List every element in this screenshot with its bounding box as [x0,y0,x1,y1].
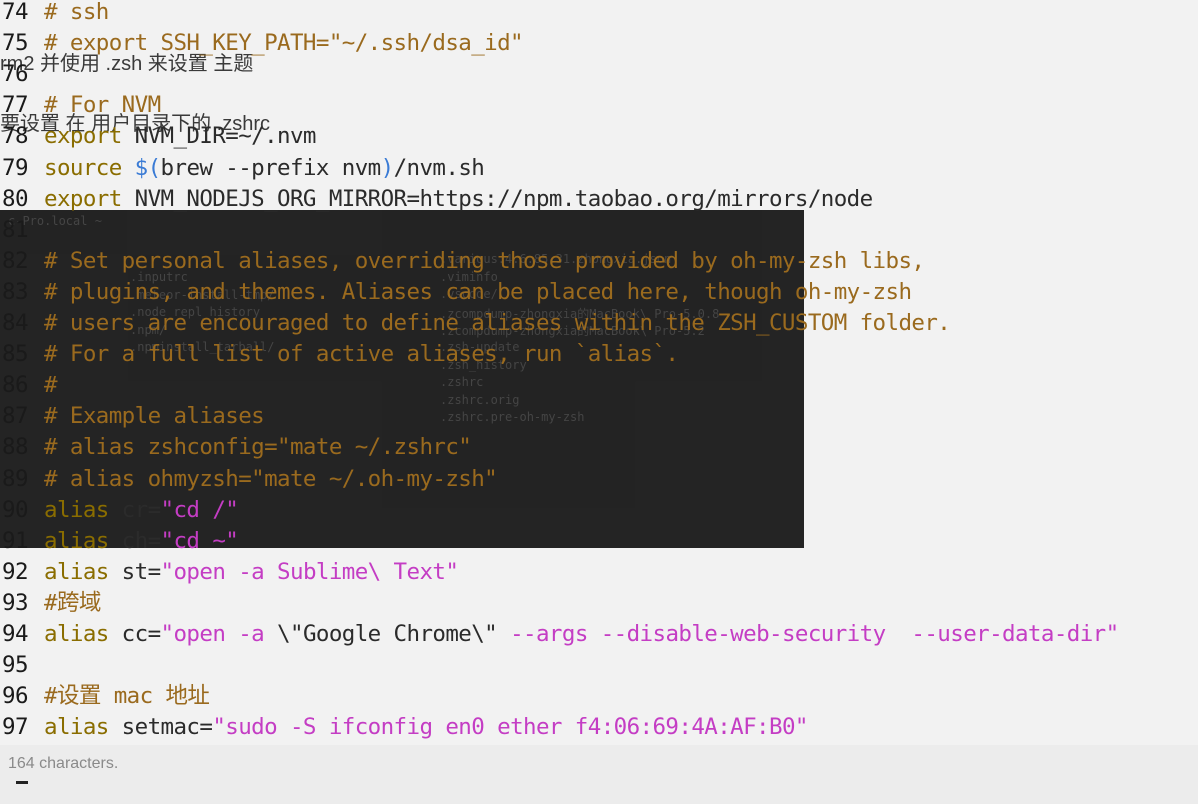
code-line[interactable]: 90 alias cr="cd /" [0,495,239,526]
code-token: alias [44,527,109,554]
code-line[interactable]: 91 alias ch="cd ~" [0,526,239,557]
code-line[interactable]: 75 # export SSH_KEY_PATH="~/.ssh/dsa_id" [0,28,524,59]
code-token: #设置 mac 地址 [44,683,210,710]
line-number: 76 [2,61,29,88]
code-token: /nvm.sh [393,154,485,181]
code-line[interactable]: 83 # plugins, and themes. Aliases can be … [0,277,912,308]
code-token: NVM_DIR=~/.nvm [121,123,317,150]
line-number: 96 [2,683,29,710]
line-number: 82 [2,247,29,274]
line-number: 90 [2,496,29,523]
code-line[interactable]: 94 alias cc="open -a \"Google Chrome\" --… [0,619,1119,650]
code-token: # For NVM [44,92,161,119]
line-number: 94 [2,621,29,647]
code-token: # export SSH_KEY_PATH="~/.ssh/dsa_id" [44,30,524,57]
code-line[interactable]: 78 export NVM_DIR=~/.nvm [0,121,316,152]
code-token: # Example aliases [44,403,265,430]
terminal-entry: .zshrc.pre-oh-my-zsh [440,410,585,425]
line-number: 78 [2,123,29,150]
code-token: st= [108,558,161,585]
code-token: brew --prefix nvm [160,154,382,181]
code-token: # alias ohmyzsh="mate ~/.oh-my-zsh" [44,465,498,492]
code-token: alias [44,714,109,741]
code-line[interactable]: 76 [0,59,44,90]
code-token: export [44,185,122,212]
code-token: # users are encouraged to define aliases… [44,310,951,336]
line-number: 74 [2,0,29,25]
line-number: 75 [2,30,29,57]
code-token: # alias zshconfig="mate ~/.zshrc" [44,434,472,461]
terminal-entry: .zshrc.orig [440,392,520,407]
code-token: setmac= [108,714,213,741]
code-line[interactable]: 96 #设置 mac 地址 [0,681,210,712]
line-number: 91 [2,527,29,554]
line-number: 88 [2,434,29,461]
code-line[interactable]: 74 # ssh [0,0,109,28]
code-token: "cd /" [160,496,239,523]
code-line[interactable]: 79 source $(brew --prefix nvm)/nvm.sh [0,153,485,184]
code-token: \"Google Chrome\" [277,621,498,647]
code-token: "sudo -S ifconfig en0 ether f4:06:69:4A:… [212,714,808,741]
line-number: 87 [2,403,29,430]
code-line[interactable]: 88 # alias zshconfig="mate ~/.zshrc" [0,432,472,463]
code-token: "cd ~" [160,527,239,554]
code-token: ch= [108,527,161,554]
code-token: # [44,372,58,399]
terminal-entry: .zshrc [440,375,484,390]
code-token: alias [44,558,109,585]
code-line[interactable]: 97 alias setmac="sudo -S ifconfig en0 eth… [0,712,808,743]
line-number: 81 [2,216,29,243]
code-line[interactable]: 80 export NVM_NODEJS_ORG_MIRROR=https://n… [0,184,873,215]
code-line[interactable]: 95 [0,650,44,681]
line-number: 84 [2,310,29,336]
code-line[interactable]: 82 # Set personal aliases, overriding tho… [0,246,925,277]
code-token: # ssh [44,0,109,25]
code-token: "open -a [160,621,278,647]
line-number: 95 [2,652,29,679]
code-token: "open -a Sublime\ Text" [160,558,459,585]
code-token: ) [380,154,395,181]
status-bar [0,745,1198,804]
code-line[interactable]: 89 # alias ohmyzsh="mate ~/.oh-my-zsh" [0,464,498,495]
code-token: #跨域 [44,589,101,616]
code-token: NVM_NODEJS_ORG_MIRROR=https://npm.taobao… [121,185,874,212]
line-number: 92 [2,558,29,585]
code-line[interactable]: 81 [0,215,44,246]
code-token: source [44,154,122,181]
code-line[interactable]: 92 alias st="open -a Sublime\ Text" [0,557,459,588]
text-cursor [16,781,28,784]
code-line[interactable]: 86 # [0,370,58,401]
code-line[interactable]: 87 # Example aliases [0,401,265,432]
code-token: cc= [108,621,161,647]
code-token: export [44,123,122,150]
line-number: 97 [2,714,29,741]
code-line[interactable]: 84 # users are encouraged to define alias… [0,308,951,339]
code-line[interactable]: 77 # For NVM [0,90,161,121]
code-token: alias [44,621,109,647]
code-token: cr= [108,496,161,523]
code-token: alias [44,496,109,523]
code-line[interactable]: 93 #跨域 [0,588,101,619]
code-token: # plugins, and themes. Aliases can be pl… [44,278,912,305]
line-number: 79 [2,154,29,181]
code-token: $( [134,154,162,181]
code-token: # Set personal aliases, overriding those… [44,247,925,274]
status-bar-text: 164 characters. [8,755,119,772]
line-number: 93 [2,589,29,616]
code-line[interactable]: 85 # For a full list of active aliases, r… [0,339,679,370]
line-number: 89 [2,465,29,492]
line-number: 86 [2,372,29,399]
line-number: 80 [2,185,29,212]
line-number: 77 [2,92,29,119]
line-number: 83 [2,278,29,305]
code-token: # For a full list of active aliases, run… [44,341,679,368]
code-token: --args --disable-web-security --user-dat… [497,621,1119,647]
line-number: 85 [2,341,29,368]
